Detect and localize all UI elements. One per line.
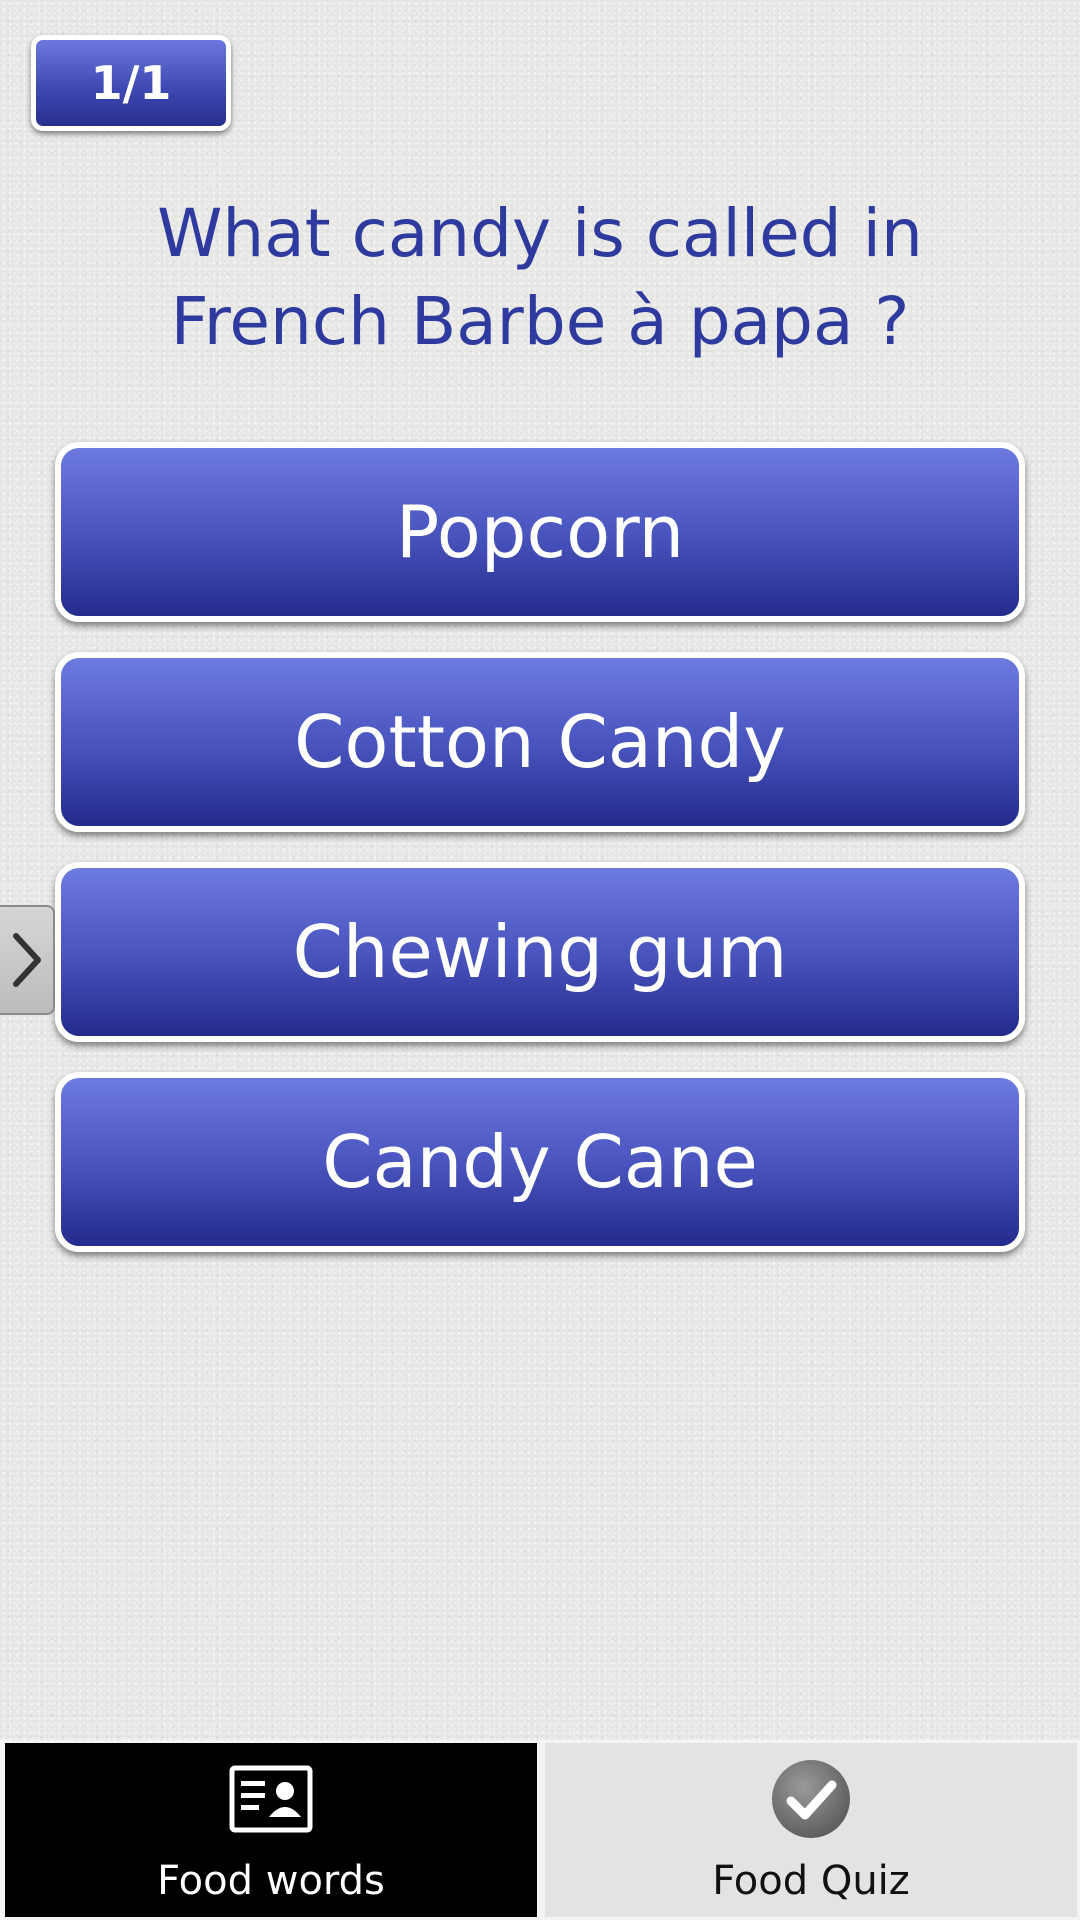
nav-tab-food-quiz[interactable]: Food Quiz: [545, 1743, 1077, 1917]
question-text: What candy is called in French Barbe à p…: [157, 195, 923, 360]
id-card-icon: [229, 1759, 313, 1839]
question-counter: 1/1: [31, 35, 231, 131]
chevron-right-icon: [12, 933, 41, 987]
answer-button-candy-cane[interactable]: Candy Cane: [55, 1072, 1025, 1252]
bottom-navigation: Food words Food Quiz: [0, 1740, 1080, 1920]
answer-button-popcorn[interactable]: Popcorn: [55, 442, 1025, 622]
nav-label-food-words: Food words: [157, 1858, 385, 1904]
answer-button-cotton-candy[interactable]: Cotton Candy: [55, 652, 1025, 832]
answer-list: Popcorn Cotton Candy Chewing gum Candy C…: [55, 442, 1025, 1282]
answer-button-chewing-gum[interactable]: Chewing gum: [55, 862, 1025, 1042]
nav-label-food-quiz: Food Quiz: [712, 1858, 910, 1904]
side-drawer-tab[interactable]: [0, 905, 55, 1015]
check-circle-icon: [769, 1759, 853, 1839]
nav-tab-food-words[interactable]: Food words: [5, 1743, 537, 1917]
